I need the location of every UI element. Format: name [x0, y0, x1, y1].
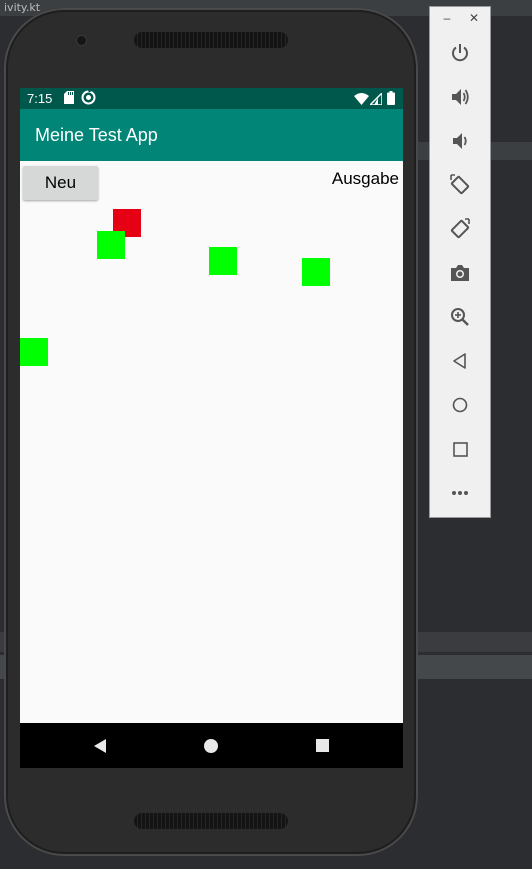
green-square: [97, 231, 125, 259]
neu-button[interactable]: Neu: [23, 166, 98, 200]
power-icon[interactable]: [446, 39, 474, 67]
back-triangle-icon[interactable]: [80, 723, 120, 768]
signal-icon: [368, 91, 383, 110]
volume-up-icon[interactable]: [446, 83, 474, 111]
status-bar: 7:15: [20, 88, 403, 109]
bottom-speaker: [134, 813, 288, 829]
back-icon[interactable]: [446, 347, 474, 375]
green-square: [302, 258, 330, 286]
front-camera: [77, 36, 86, 45]
rotate-left-icon[interactable]: [446, 171, 474, 199]
volume-down-icon[interactable]: [446, 127, 474, 155]
app-content: Neu Ausgabe: [20, 161, 403, 723]
green-square: [209, 247, 237, 275]
close-icon[interactable]: ✕: [467, 11, 481, 25]
phone-screen: 7:15 Meine Test App Neu Ausgabe: [20, 88, 403, 768]
minimize-icon[interactable]: –: [440, 11, 454, 25]
recents-square-icon[interactable]: [302, 723, 342, 768]
sync-icon: [81, 89, 96, 110]
sd-card-icon: [64, 91, 74, 109]
overview-icon[interactable]: [446, 435, 474, 463]
navigation-bar: [20, 723, 403, 768]
home-circle-icon[interactable]: [191, 723, 231, 768]
green-square: [20, 338, 48, 366]
wifi-icon: [354, 92, 369, 110]
app-title: Meine Test App: [35, 125, 158, 145]
emulator-toolbar: – ✕: [429, 6, 491, 518]
more-icon[interactable]: [446, 479, 474, 507]
top-speaker: [134, 32, 288, 48]
app-bar: Meine Test App: [20, 109, 403, 161]
rotate-right-icon[interactable]: [446, 215, 474, 243]
battery-icon: [387, 91, 395, 110]
camera-icon[interactable]: [446, 259, 474, 287]
status-time: 7:15: [27, 91, 53, 106]
home-icon[interactable]: [446, 391, 474, 419]
ausgabe-label: Ausgabe: [331, 169, 399, 188]
zoom-icon[interactable]: [446, 303, 474, 331]
phone-frame: 7:15 Meine Test App Neu Ausgabe: [4, 8, 418, 856]
